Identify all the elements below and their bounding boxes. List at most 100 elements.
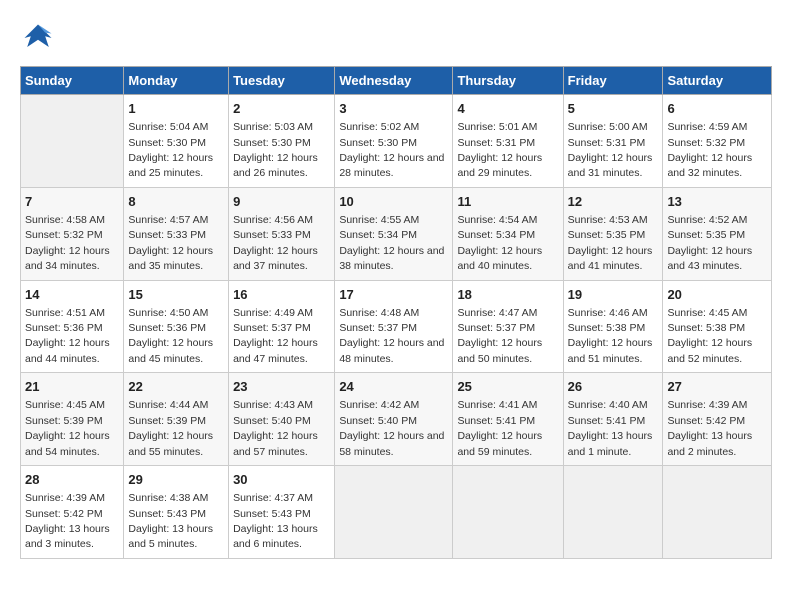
calendar-cell: 2 Sunrise: 5:03 AM Sunset: 5:30 PM Daylight… — [229, 95, 335, 188]
calendar-cell: 8Sunrise: 4:57 AMSunset: 5:33 PMDaylight… — [124, 187, 229, 280]
calendar-cell: 9Sunrise: 4:56 AMSunset: 5:33 PMDaylight… — [229, 187, 335, 280]
daylight-info: Daylight: 12 hours and 34 minutes. — [25, 245, 110, 272]
day-number: 28 — [25, 471, 119, 489]
header — [20, 20, 772, 56]
calendar-cell: 21Sunrise: 4:45 AMSunset: 5:39 PMDayligh… — [21, 373, 124, 466]
calendar-cell: 23Sunrise: 4:43 AMSunset: 5:40 PMDayligh… — [229, 373, 335, 466]
sunrise-info: Sunrise: 4:48 AM — [339, 307, 419, 319]
day-number: 19 — [568, 286, 659, 304]
day-header-tuesday: Tuesday — [229, 67, 335, 95]
week-row-4: 21Sunrise: 4:45 AMSunset: 5:39 PMDayligh… — [21, 373, 772, 466]
daylight-info: Daylight: 12 hours and 51 minutes. — [568, 337, 653, 364]
sunrise-info: Sunrise: 4:55 AM — [339, 214, 419, 226]
sunset-info: Sunset: 5:40 PM — [233, 415, 311, 427]
day-number: 2 — [233, 100, 330, 118]
day-number: 11 — [457, 193, 558, 211]
calendar-cell — [335, 466, 453, 559]
daylight-info: Daylight: 12 hours and 37 minutes. — [233, 245, 318, 272]
sunset-info: Sunset: 5:34 PM — [339, 229, 417, 241]
sunrise-info: Sunrise: 5:02 AM — [339, 121, 419, 133]
daylight-info: Daylight: 12 hours and 58 minutes. — [339, 430, 444, 457]
sunset-info: Sunset: 5:32 PM — [667, 137, 745, 149]
sunset-info: Sunset: 5:37 PM — [233, 322, 311, 334]
calendar-cell — [453, 466, 563, 559]
day-number: 22 — [128, 378, 224, 396]
sunset-info: Sunset: 5:38 PM — [568, 322, 646, 334]
calendar-cell: 5Sunrise: 5:00 AMSunset: 5:31 PMDaylight… — [563, 95, 663, 188]
sunset-info: Sunset: 5:30 PM — [128, 137, 206, 149]
daylight-info: Daylight: 13 hours and 2 minutes. — [667, 430, 752, 457]
daylight-info: Daylight: 13 hours and 3 minutes. — [25, 523, 110, 550]
day-number: 3 — [339, 100, 448, 118]
sunrise-info: Sunrise: 4:50 AM — [128, 307, 208, 319]
sunrise-info: Sunrise: 5:03 AM — [233, 121, 313, 133]
daylight-info: Daylight: 12 hours and 55 minutes. — [128, 430, 213, 457]
calendar-cell — [21, 95, 124, 188]
calendar-cell: 1Sunrise: 5:04 AMSunset: 5:30 PMDaylight… — [124, 95, 229, 188]
daylight-info: Daylight: 12 hours and 40 minutes. — [457, 245, 542, 272]
sunrise-info: Sunrise: 4:44 AM — [128, 399, 208, 411]
sunset-info: Sunset: 5:38 PM — [667, 322, 745, 334]
sunset-info: Sunset: 5:43 PM — [233, 508, 311, 520]
sunrise-info: Sunrise: 4:39 AM — [667, 399, 747, 411]
sunrise-info: Sunrise: 4:45 AM — [25, 399, 105, 411]
sunrise-info: Sunrise: 4:59 AM — [667, 121, 747, 133]
sunset-info: Sunset: 5:33 PM — [128, 229, 206, 241]
sunset-info: Sunset: 5:30 PM — [339, 137, 417, 149]
day-number: 14 — [25, 286, 119, 304]
calendar-cell: 12Sunrise: 4:53 AMSunset: 5:35 PMDayligh… — [563, 187, 663, 280]
logo-icon — [20, 20, 56, 56]
calendar-cell: 17Sunrise: 4:48 AMSunset: 5:37 PMDayligh… — [335, 280, 453, 373]
sunrise-info: Sunrise: 4:46 AM — [568, 307, 648, 319]
daylight-info: Daylight: 12 hours and 45 minutes. — [128, 337, 213, 364]
day-number: 1 — [128, 100, 224, 118]
day-number: 30 — [233, 471, 330, 489]
sunrise-info: Sunrise: 4:51 AM — [25, 307, 105, 319]
calendar-cell: 28Sunrise: 4:39 AMSunset: 5:42 PMDayligh… — [21, 466, 124, 559]
sunset-info: Sunset: 5:36 PM — [25, 322, 103, 334]
sunset-info: Sunset: 5:35 PM — [568, 229, 646, 241]
day-number: 8 — [128, 193, 224, 211]
calendar-cell — [563, 466, 663, 559]
day-number: 16 — [233, 286, 330, 304]
day-number: 4 — [457, 100, 558, 118]
sunrise-info: Sunrise: 4:56 AM — [233, 214, 313, 226]
week-row-3: 14 Sunrise: 4:51 AM Sunset: 5:36 PM Dayligh… — [21, 280, 772, 373]
sunset-info: Sunset: 5:30 PM — [233, 137, 311, 149]
sunrise-info: Sunrise: 4:53 AM — [568, 214, 648, 226]
calendar-cell: 22Sunrise: 4:44 AMSunset: 5:39 PMDayligh… — [124, 373, 229, 466]
sunset-info: Sunset: 5:32 PM — [25, 229, 103, 241]
sunrise-info: Sunrise: 4:57 AM — [128, 214, 208, 226]
daylight-info: Daylight: 13 hours and 1 minute. — [568, 430, 653, 457]
sunset-info: Sunset: 5:40 PM — [339, 415, 417, 427]
daylight-info: Daylight: 12 hours and 26 minutes. — [233, 152, 318, 179]
daylight-info: Daylight: 12 hours and 59 minutes. — [457, 430, 542, 457]
daylight-info: Daylight: 12 hours and 50 minutes. — [457, 337, 542, 364]
week-row-5: 28Sunrise: 4:39 AMSunset: 5:42 PMDayligh… — [21, 466, 772, 559]
day-number: 9 — [233, 193, 330, 211]
calendar-cell: 7Sunrise: 4:58 AMSunset: 5:32 PMDaylight… — [21, 187, 124, 280]
week-row-1: 1Sunrise: 5:04 AMSunset: 5:30 PMDaylight… — [21, 95, 772, 188]
calendar-cell: 10Sunrise: 4:55 AMSunset: 5:34 PMDayligh… — [335, 187, 453, 280]
sunset-info: Sunset: 5:36 PM — [128, 322, 206, 334]
day-number: 23 — [233, 378, 330, 396]
sunset-info: Sunset: 5:31 PM — [457, 137, 535, 149]
day-number: 24 — [339, 378, 448, 396]
sunrise-info: Sunrise: 4:39 AM — [25, 492, 105, 504]
daylight-info: Daylight: 13 hours and 5 minutes. — [128, 523, 213, 550]
calendar-cell: 27Sunrise: 4:39 AMSunset: 5:42 PMDayligh… — [663, 373, 772, 466]
day-number: 5 — [568, 100, 659, 118]
sunrise-info: Sunrise: 4:38 AM — [128, 492, 208, 504]
sunrise-info: Sunrise: 4:47 AM — [457, 307, 537, 319]
header-row: SundayMondayTuesdayWednesdayThursdayFrid… — [21, 67, 772, 95]
calendar-cell: 14Sunrise: 4:51 AMSunset: 5:36 PMDayligh… — [21, 280, 124, 373]
daylight-info: Daylight: 12 hours and 31 minutes. — [568, 152, 653, 179]
sunrise-info: Sunrise: 4:52 AM — [667, 214, 747, 226]
logo — [20, 20, 62, 56]
sunrise-info: Sunrise: 4:42 AM — [339, 399, 419, 411]
daylight-info: Daylight: 13 hours and 6 minutes. — [233, 523, 318, 550]
calendar-cell: 6Sunrise: 4:59 AMSunset: 5:32 PMDaylight… — [663, 95, 772, 188]
calendar-cell: 29Sunrise: 4:38 AMSunset: 5:43 PMDayligh… — [124, 466, 229, 559]
sunset-info: Sunset: 5:43 PM — [128, 508, 206, 520]
day-header-thursday: Thursday — [453, 67, 563, 95]
